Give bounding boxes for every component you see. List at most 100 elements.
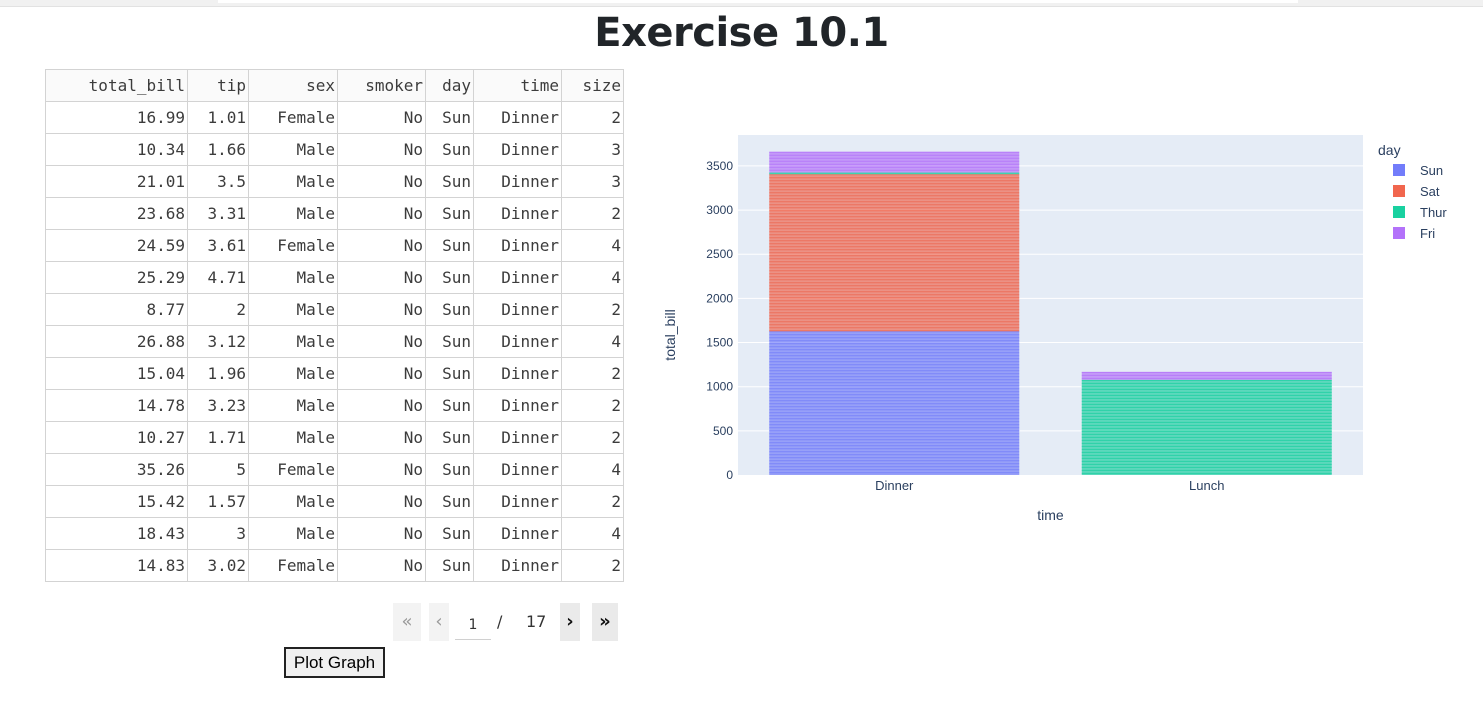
table-cell-size[interactable]: 4	[561, 229, 624, 262]
next-page-button[interactable]: ›	[560, 603, 580, 641]
table-cell-total-bill[interactable]: 15.04	[45, 357, 188, 390]
table-cell-time[interactable]: Dinner	[473, 293, 562, 326]
table-cell-sex[interactable]: Male	[248, 357, 338, 390]
page-number-input[interactable]	[455, 611, 491, 640]
table-cell-time[interactable]: Dinner	[473, 453, 562, 486]
legend-label-sun[interactable]: Sun	[1420, 163, 1443, 178]
table-cell-total-bill[interactable]: 10.27	[45, 421, 188, 454]
table-cell-total-bill[interactable]: 35.26	[45, 453, 188, 486]
column-header-size[interactable]: size	[561, 69, 624, 102]
table-cell-total-bill[interactable]: 26.88	[45, 325, 188, 358]
table-cell-size[interactable]: 4	[561, 453, 624, 486]
table-cell-sex[interactable]: Female	[248, 453, 338, 486]
table-cell-sex[interactable]: Female	[248, 101, 338, 134]
legend-swatch-sun[interactable]	[1393, 164, 1405, 176]
table-cell-size[interactable]: 4	[561, 325, 624, 358]
table-cell-sex[interactable]: Female	[248, 549, 338, 582]
table-cell-day[interactable]: Sun	[425, 325, 474, 358]
table-cell-day[interactable]: Sun	[425, 421, 474, 454]
legend-label-thur[interactable]: Thur	[1420, 205, 1447, 220]
table-cell-time[interactable]: Dinner	[473, 357, 562, 390]
table-cell-total-bill[interactable]: 8.77	[45, 293, 188, 326]
table-cell-total-bill[interactable]: 23.68	[45, 197, 188, 230]
table-cell-sex[interactable]: Male	[248, 485, 338, 518]
table-cell-smoker[interactable]: No	[337, 133, 426, 166]
table-cell-size[interactable]: 2	[561, 389, 624, 422]
table-cell-time[interactable]: Dinner	[473, 133, 562, 166]
table-cell-sex[interactable]: Male	[248, 133, 338, 166]
table-cell-total-bill[interactable]: 16.99	[45, 101, 188, 134]
table-cell-total-bill[interactable]: 18.43	[45, 517, 188, 550]
table-cell-size[interactable]: 2	[561, 357, 624, 390]
table-cell-size[interactable]: 4	[561, 261, 624, 294]
table-cell-size[interactable]: 3	[561, 165, 624, 198]
table-cell-size[interactable]: 4	[561, 517, 624, 550]
table-cell-day[interactable]: Sun	[425, 357, 474, 390]
table-cell-total-bill[interactable]: 21.01	[45, 165, 188, 198]
table-cell-smoker[interactable]: No	[337, 229, 426, 262]
table-cell-sex[interactable]: Male	[248, 197, 338, 230]
table-cell-time[interactable]: Dinner	[473, 485, 562, 518]
table-cell-tip[interactable]: 1.66	[187, 133, 249, 166]
table-cell-day[interactable]: Sun	[425, 389, 474, 422]
legend-swatch-fri[interactable]	[1393, 227, 1405, 239]
table-cell-total-bill[interactable]: 10.34	[45, 133, 188, 166]
table-cell-total-bill[interactable]: 15.42	[45, 485, 188, 518]
table-cell-time[interactable]: Dinner	[473, 389, 562, 422]
table-cell-sex[interactable]: Male	[248, 421, 338, 454]
table-cell-smoker[interactable]: No	[337, 101, 426, 134]
table-cell-tip[interactable]: 3.23	[187, 389, 249, 422]
column-header-tip[interactable]: tip	[187, 69, 249, 102]
table-cell-tip[interactable]: 3.02	[187, 549, 249, 582]
table-cell-sex[interactable]: Male	[248, 165, 338, 198]
table-cell-day[interactable]: Sun	[425, 517, 474, 550]
table-cell-time[interactable]: Dinner	[473, 421, 562, 454]
table-cell-day[interactable]: Sun	[425, 485, 474, 518]
table-cell-size[interactable]: 2	[561, 549, 624, 582]
table-cell-sex[interactable]: Male	[248, 325, 338, 358]
table-cell-size[interactable]: 2	[561, 101, 624, 134]
table-cell-time[interactable]: Dinner	[473, 229, 562, 262]
table-cell-tip[interactable]: 1.96	[187, 357, 249, 390]
legend-swatch-sat[interactable]	[1393, 185, 1405, 197]
bar-thur-lunch[interactable]	[1081, 379, 1332, 475]
table-cell-total-bill[interactable]: 14.78	[45, 389, 188, 422]
table-cell-time[interactable]: Dinner	[473, 197, 562, 230]
first-page-button[interactable]: «	[393, 603, 421, 641]
table-cell-tip[interactable]: 3.31	[187, 197, 249, 230]
table-cell-day[interactable]: Sun	[425, 261, 474, 294]
column-header-day[interactable]: day	[425, 69, 474, 102]
table-cell-smoker[interactable]: No	[337, 293, 426, 326]
table-cell-size[interactable]: 2	[561, 485, 624, 518]
table-cell-smoker[interactable]: No	[337, 421, 426, 454]
table-cell-tip[interactable]: 4.71	[187, 261, 249, 294]
table-cell-tip[interactable]: 3.12	[187, 325, 249, 358]
table-cell-smoker[interactable]: No	[337, 453, 426, 486]
table-cell-time[interactable]: Dinner	[473, 165, 562, 198]
column-header-time[interactable]: time	[473, 69, 562, 102]
column-header-smoker[interactable]: smoker	[337, 69, 426, 102]
table-cell-sex[interactable]: Male	[248, 517, 338, 550]
table-cell-day[interactable]: Sun	[425, 165, 474, 198]
table-cell-smoker[interactable]: No	[337, 357, 426, 390]
table-cell-smoker[interactable]: No	[337, 325, 426, 358]
table-cell-smoker[interactable]: No	[337, 261, 426, 294]
table-cell-tip[interactable]: 1.71	[187, 421, 249, 454]
table-cell-tip[interactable]: 3	[187, 517, 249, 550]
table-cell-time[interactable]: Dinner	[473, 549, 562, 582]
table-cell-total-bill[interactable]: 14.83	[45, 549, 188, 582]
table-cell-day[interactable]: Sun	[425, 453, 474, 486]
table-cell-day[interactable]: Sun	[425, 293, 474, 326]
table-cell-smoker[interactable]: No	[337, 389, 426, 422]
table-cell-day[interactable]: Sun	[425, 197, 474, 230]
table-cell-time[interactable]: Dinner	[473, 101, 562, 134]
table-cell-sex[interactable]: Male	[248, 389, 338, 422]
table-cell-total-bill[interactable]: 25.29	[45, 261, 188, 294]
plot-graph-button[interactable]: Plot Graph	[284, 647, 385, 678]
table-cell-size[interactable]: 2	[561, 197, 624, 230]
table-cell-smoker[interactable]: No	[337, 165, 426, 198]
legend-label-fri[interactable]: Fri	[1420, 226, 1435, 241]
table-cell-day[interactable]: Sun	[425, 549, 474, 582]
table-cell-size[interactable]: 2	[561, 293, 624, 326]
table-cell-sex[interactable]: Male	[248, 293, 338, 326]
